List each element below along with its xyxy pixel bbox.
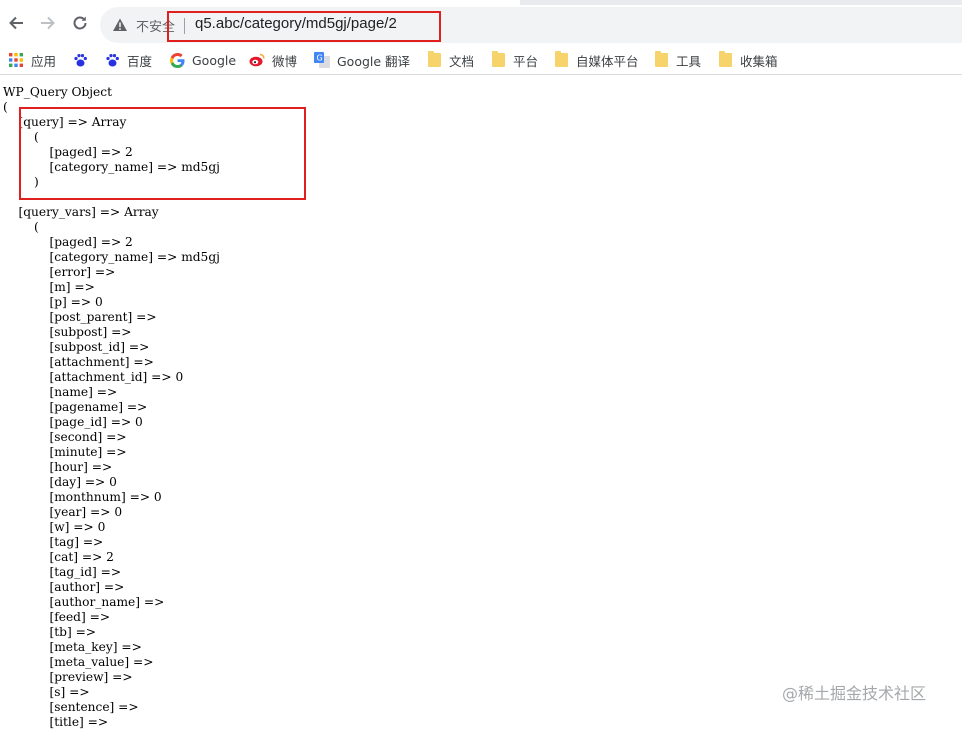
reload-button[interactable] xyxy=(68,11,92,35)
output-line: [tag] => xyxy=(3,535,108,549)
tab-strip-edge xyxy=(520,0,962,5)
output-line: [second] => xyxy=(3,430,131,444)
bookmark-folder-platform[interactable]: 平台 xyxy=(490,50,538,70)
folder-icon xyxy=(717,51,733,68)
bookmark-weibo[interactable]: 微博 xyxy=(249,50,297,70)
output-line: [sentence] => xyxy=(3,700,143,714)
output-line: [minute] => xyxy=(3,445,131,459)
back-arrow-icon xyxy=(9,16,23,30)
weibo-icon xyxy=(249,52,265,68)
bookmark-folder-inbox[interactable]: 收集箱 xyxy=(717,50,778,70)
bookmark-folder-media[interactable]: 自媒体平台 xyxy=(553,50,639,70)
folder-icon xyxy=(490,51,506,68)
output-line: [subpost_id] => xyxy=(3,340,154,354)
output-line: [attachment_id] => 0 xyxy=(3,370,184,384)
bookmark-folder-tools[interactable]: 工具 xyxy=(653,50,701,70)
output-line: [meta_key] => xyxy=(3,640,146,654)
browser-toolbar: 不安全 q5.abc/category/md5gj/page/2 xyxy=(0,0,962,46)
bookmark-google-translate[interactable]: G Google 翻译 xyxy=(314,50,410,70)
not-secure-warning-icon xyxy=(113,18,127,31)
output-line: [tb] => xyxy=(3,625,100,639)
output-line: [paged] => 2 xyxy=(3,235,133,249)
output-line: [hour] => xyxy=(3,460,117,474)
output-line: [error] => xyxy=(3,265,120,279)
output-line: [name] => xyxy=(3,385,122,399)
output-line: [query_vars] => Array xyxy=(3,205,159,219)
baidu-paw-icon xyxy=(104,52,120,68)
output-line: [p] => 0 xyxy=(3,295,103,309)
output-line: [subpost] => xyxy=(3,325,136,339)
print-r-output: WP_Query Object( [query] => Array ( [pag… xyxy=(3,85,220,730)
svg-text:G: G xyxy=(317,54,323,63)
output-line: [query] => Array xyxy=(3,115,127,129)
address-bar[interactable]: 不安全 q5.abc/category/md5gj/page/2 xyxy=(100,7,962,43)
back-button[interactable] xyxy=(4,11,28,35)
output-line: [author] => xyxy=(3,580,129,594)
output-line: [preview] => xyxy=(3,670,137,684)
watermark: @稀土掘金技术社区 xyxy=(782,684,927,703)
omnibox-separator xyxy=(184,18,185,34)
bookmark-label: Google 翻译 xyxy=(337,53,411,69)
output-line: [post_parent] => xyxy=(3,310,161,324)
bookmark-label: 自媒体平台 xyxy=(576,53,639,69)
bookmark-baidu-icon-only[interactable] xyxy=(72,50,95,70)
folder-icon xyxy=(653,51,669,68)
security-status-label: 不安全 xyxy=(136,20,176,35)
bookmarks-bar: 应用 百度 Google 微博 G Google 翻译 文档 平台 自媒体平台 … xyxy=(0,46,962,75)
bookmark-label: 收集箱 xyxy=(740,53,778,69)
output-line: [cat] => 2 xyxy=(3,550,114,564)
forward-arrow-icon xyxy=(41,16,55,30)
output-line: ) xyxy=(3,175,39,189)
output-line: [paged] => 2 xyxy=(3,145,133,159)
output-line: [meta_value] => xyxy=(3,655,158,669)
bookmark-apps[interactable]: 应用 xyxy=(8,50,56,70)
output-line: ( xyxy=(3,130,39,144)
output-line: ( xyxy=(3,220,39,234)
url-text[interactable]: q5.abc/category/md5gj/page/2 xyxy=(195,15,397,32)
folder-icon xyxy=(426,51,442,68)
output-line: [tag_id] => xyxy=(3,565,125,579)
output-line: [page_id] => 0 xyxy=(3,415,143,429)
folder-icon xyxy=(553,51,569,68)
bookmark-label: 微博 xyxy=(272,53,298,69)
bookmark-label: 工具 xyxy=(676,53,702,69)
bookmark-folder-docs[interactable]: 文档 xyxy=(426,50,474,70)
output-line: [category_name] => md5gj xyxy=(3,160,220,174)
output-line: WP_Query Object xyxy=(3,85,112,99)
bookmark-label: 应用 xyxy=(31,53,57,69)
google-g-icon xyxy=(169,52,185,68)
output-line: [author_name] => xyxy=(3,595,169,609)
output-line: [s] => xyxy=(3,685,94,699)
output-line: [category_name] => md5gj xyxy=(3,250,220,264)
bookmark-google[interactable]: Google xyxy=(169,50,236,70)
output-line: [title] => xyxy=(3,715,112,729)
bookmark-label: 平台 xyxy=(513,53,539,69)
output-line: [m] => xyxy=(3,280,99,294)
output-line: [year] => 0 xyxy=(3,505,123,519)
bookmark-label: Google xyxy=(192,52,237,68)
baidu-paw-icon xyxy=(72,52,88,68)
bookmark-label: 百度 xyxy=(127,53,153,69)
output-line: [pagename] => xyxy=(3,400,152,414)
apps-grid-icon xyxy=(8,52,24,68)
reload-icon xyxy=(73,16,87,30)
output-line: ( xyxy=(3,100,8,114)
google-translate-icon: G xyxy=(314,52,330,68)
bookmark-baidu[interactable]: 百度 xyxy=(104,50,152,70)
bookmark-label: 文档 xyxy=(449,53,475,69)
output-line: [feed] => xyxy=(3,610,114,624)
output-line: [w] => 0 xyxy=(3,520,106,534)
output-line: [attachment] => xyxy=(3,355,158,369)
forward-button[interactable] xyxy=(36,11,60,35)
output-line: [day] => 0 xyxy=(3,475,117,489)
output-line: [monthnum] => 0 xyxy=(3,490,162,504)
